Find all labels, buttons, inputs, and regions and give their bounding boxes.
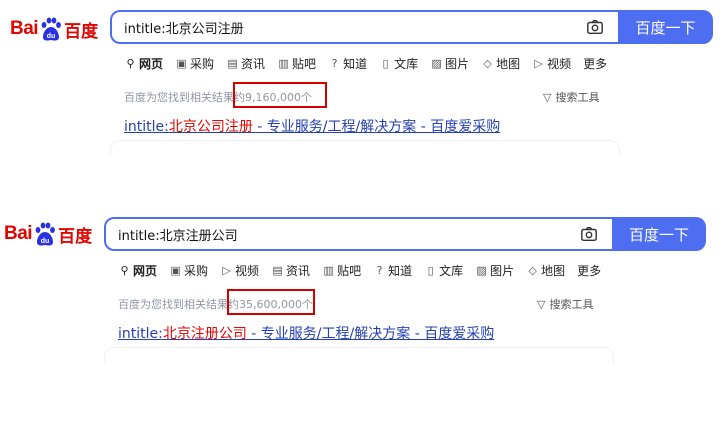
image-icon: ▨: [476, 264, 487, 277]
filter-icon: ▽: [543, 90, 552, 104]
tab-images[interactable]: ▨ 图片: [430, 55, 469, 72]
tab-zhidao[interactable]: ? 知道: [328, 55, 367, 72]
camera-icon[interactable]: [580, 225, 598, 243]
filter-icon: ▽: [537, 297, 546, 311]
tab-tieba[interactable]: ▥ 贴吧: [277, 55, 316, 72]
tab-map[interactable]: ◇ 地图: [526, 262, 565, 279]
search-tabs: ⚲ 网页 ▣ 采购 ▤ 资讯 ▥ 贴吧 ? 知道 ▯ 文库 ▨ 图片 ◇ 地图 ▷ 视频 更多: [124, 55, 619, 72]
tab-images[interactable]: ▨ 图片: [475, 262, 514, 279]
search-result-panel-2: Bai du 百度 intitle:北京注册公司 百度一下 ⚲ 网页 ▣ 采购 ▷ 视…: [0, 207, 720, 372]
search-tools[interactable]: ▽ 搜索工具: [543, 89, 599, 105]
tab-more[interactable]: 更多: [583, 55, 607, 72]
question-icon: ?: [376, 264, 383, 277]
tab-news[interactable]: ▤ 资讯: [271, 262, 310, 279]
baidu-logo[interactable]: Bai du 百度: [4, 221, 92, 247]
map-icon: ◇: [528, 264, 537, 277]
news-icon: ▤: [227, 57, 238, 70]
question-icon: ?: [331, 57, 338, 70]
search-box[interactable]: intitle:北京注册公司: [104, 217, 612, 251]
search-button[interactable]: 百度一下: [618, 10, 713, 44]
svg-text:du: du: [41, 238, 50, 245]
tab-map[interactable]: ◇ 地图: [481, 55, 520, 72]
result-card: [110, 140, 620, 157]
video-icon: ▷: [222, 264, 231, 277]
search-box[interactable]: intitle:北京公司注册: [110, 10, 618, 44]
svg-text:du: du: [47, 33, 56, 40]
search-result-panel-1: Bai du 百度 intitle:北京公司注册 百度一下 ⚲ 网页 ▣ 采购 ▤ 资…: [0, 0, 720, 165]
search-button[interactable]: 百度一下: [612, 217, 706, 251]
tab-wenku[interactable]: ▯ 文库: [379, 55, 419, 72]
result-card: [104, 347, 614, 364]
highlight-box: [233, 82, 327, 108]
baidu-logo[interactable]: Bai du 百度: [10, 16, 98, 42]
document-icon: ▯: [427, 264, 434, 277]
highlight-box: [227, 289, 315, 315]
tab-video[interactable]: ▷ 视频: [532, 55, 571, 72]
search-icon: ⚲: [126, 57, 135, 70]
shopping-icon: ▣: [176, 57, 187, 70]
search-icon: ⚲: [120, 264, 129, 277]
result-title-link[interactable]: intitle:北京公司注册 - 专业服务/工程/解决方案 - 百度爱采购: [124, 116, 500, 136]
paw-icon: du: [35, 222, 55, 246]
tab-video[interactable]: ▷ 视频: [220, 262, 259, 279]
tab-web[interactable]: ⚲ 网页: [118, 262, 157, 279]
tab-zhidao[interactable]: ? 知道: [373, 262, 412, 279]
camera-icon[interactable]: [586, 18, 604, 36]
tieba-icon: ▥: [323, 264, 334, 277]
news-icon: ▤: [272, 264, 283, 277]
tieba-icon: ▥: [278, 57, 289, 70]
result-title-link[interactable]: intitle:北京注册公司 - 专业服务/工程/解决方案 - 百度爱采购: [118, 323, 494, 343]
search-input[interactable]: intitle:北京公司注册: [112, 18, 586, 37]
map-icon: ◇: [483, 57, 492, 70]
search-tools[interactable]: ▽ 搜索工具: [537, 296, 593, 312]
tab-web[interactable]: ⚲ 网页: [124, 55, 163, 72]
shopping-icon: ▣: [170, 264, 181, 277]
paw-icon: du: [41, 17, 61, 41]
search-tabs: ⚲ 网页 ▣ 采购 ▷ 视频 ▤ 资讯 ▥ 贴吧 ? 知道 ▯ 文库 ▨ 图片 ◇ 地图 更多: [118, 262, 613, 279]
tab-more[interactable]: 更多: [577, 262, 601, 279]
document-icon: ▯: [382, 57, 389, 70]
tab-tieba[interactable]: ▥ 贴吧: [322, 262, 361, 279]
tab-procurement[interactable]: ▣ 采购: [169, 262, 208, 279]
video-icon: ▷: [534, 57, 543, 70]
tab-procurement[interactable]: ▣ 采购: [175, 55, 214, 72]
search-input[interactable]: intitle:北京注册公司: [106, 225, 580, 244]
tab-wenku[interactable]: ▯ 文库: [424, 262, 464, 279]
tab-news[interactable]: ▤ 资讯: [226, 55, 265, 72]
image-icon: ▨: [431, 57, 442, 70]
